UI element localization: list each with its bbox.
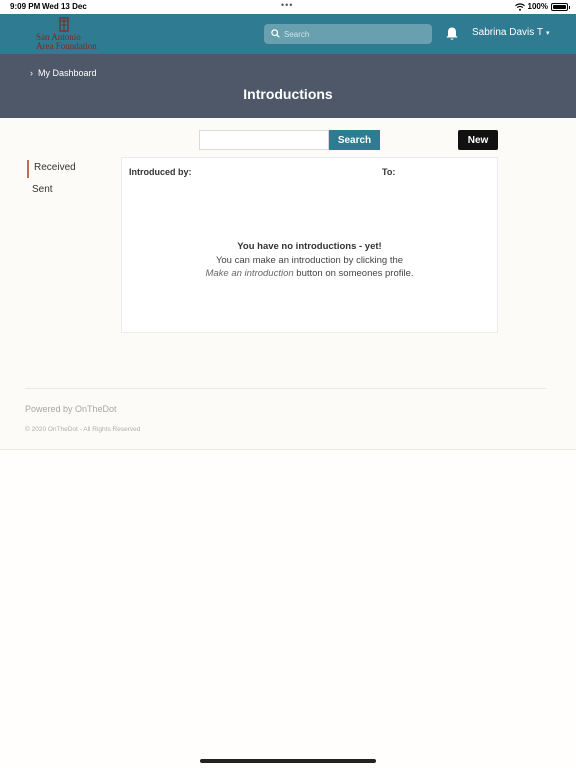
chevron-down-icon: ▾ <box>545 30 550 37</box>
user-menu[interactable]: Sabrina Davis T ▾ <box>472 27 549 38</box>
status-time: 9:09 PM <box>10 2 41 11</box>
copyright-text: © 2020 OnTheDot - All Rights Reserved <box>25 426 141 433</box>
empty-state-title: You have no introductions - yet! <box>237 241 382 252</box>
status-bar: 9:09 PM Wed 13 Dec ••• 100% <box>0 0 576 14</box>
logo-text-line2: Area Foundation <box>36 41 97 51</box>
page-header: › My Dashboard Introductions <box>0 54 576 118</box>
powered-by-text: Powered by OnTheDot <box>25 404 117 414</box>
empty-state-emphasis: Make an introduction <box>205 268 294 279</box>
wifi-icon <box>514 2 525 11</box>
home-indicator[interactable] <box>200 759 376 763</box>
multitasking-dots-icon[interactable]: ••• <box>281 0 293 10</box>
search-button[interactable]: Search <box>329 130 380 150</box>
battery-icon <box>551 2 570 11</box>
page-title: Introductions <box>243 86 333 102</box>
foundation-logo-icon <box>59 17 69 32</box>
status-date: Wed 13 Dec <box>42 2 87 11</box>
global-search[interactable] <box>264 24 432 44</box>
notifications-bell-icon[interactable] <box>445 26 459 42</box>
introductions-sidebar: Received Sent <box>27 160 117 204</box>
sidebar-item-label: Sent <box>32 184 53 195</box>
chevron-left-icon: › <box>30 68 33 78</box>
footer-divider <box>25 388 546 389</box>
column-header-introduced-by: Introduced by: <box>129 167 192 177</box>
column-header-to: To: <box>382 167 396 177</box>
introductions-search-input[interactable] <box>199 130 329 150</box>
empty-state: You have no introductions - yet! You can… <box>122 240 497 281</box>
site-logo[interactable]: San Antonio Area Foundation <box>28 15 102 53</box>
user-name: Sabrina Davis T <box>472 27 543 38</box>
breadcrumb[interactable]: › My Dashboard <box>30 68 97 78</box>
introductions-table: Introduced by: To: You have no introduct… <box>121 157 498 333</box>
empty-state-line: Make an introduction button on someones … <box>122 267 497 281</box>
empty-state-line: You can make an introduction by clicking… <box>215 254 404 266</box>
top-navbar: San Antonio Area Foundation Sabrina Davi… <box>0 14 576 54</box>
blank-area <box>0 450 576 768</box>
global-search-input[interactable] <box>284 24 424 44</box>
search-icon <box>271 29 280 38</box>
status-indicators: 100% <box>514 2 570 11</box>
sidebar-item-received[interactable]: Received <box>27 160 117 178</box>
battery-percent: 100% <box>527 2 548 11</box>
sidebar-item-sent[interactable]: Sent <box>27 182 117 200</box>
breadcrumb-link-dashboard[interactable]: My Dashboard <box>38 68 97 78</box>
sidebar-item-label: Received <box>34 162 76 173</box>
empty-state-text: button on someones profile. <box>293 268 414 279</box>
new-introduction-button[interactable]: New <box>458 130 498 150</box>
